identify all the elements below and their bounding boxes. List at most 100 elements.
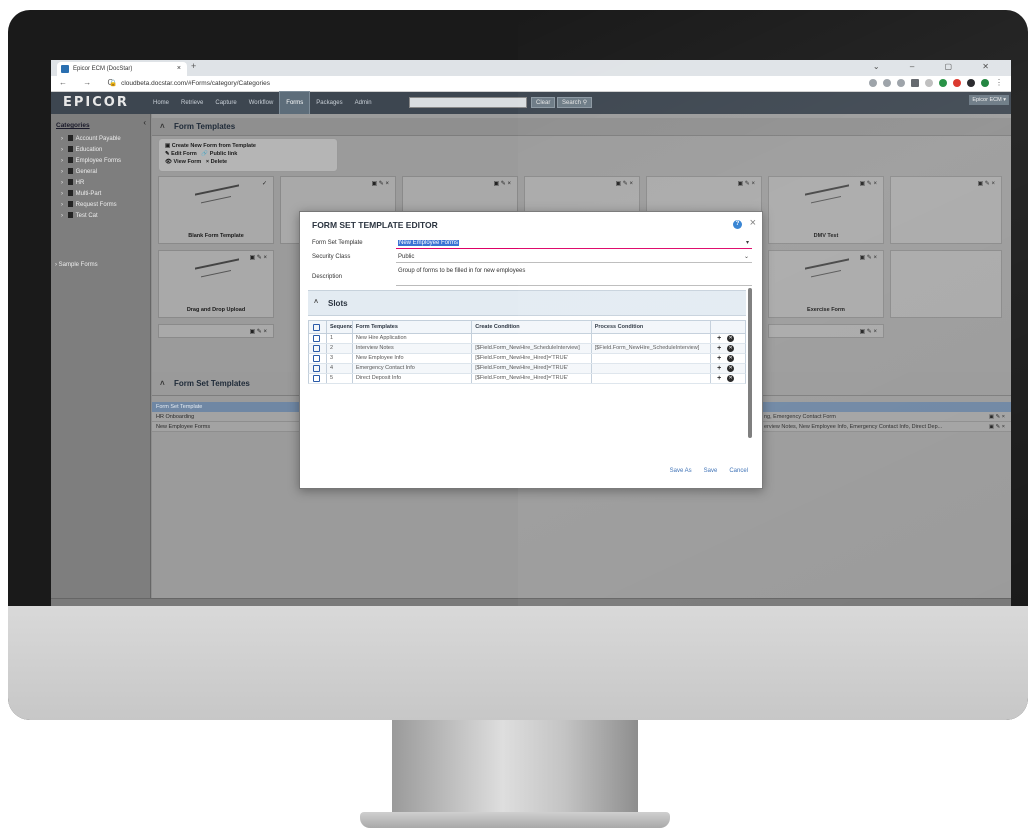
row-actions-icon[interactable]: ▣ ✎ × — [989, 422, 1005, 432]
cast-icon[interactable] — [925, 78, 933, 87]
add-icon[interactable]: + — [717, 354, 721, 363]
new-tab-button[interactable]: + — [191, 61, 196, 71]
template-card[interactable]: ▣ ✎ × — [768, 324, 884, 338]
remove-icon[interactable]: ✕ — [727, 375, 735, 382]
view-form-action[interactable]: 👁 View Form — [165, 159, 201, 165]
template-card[interactable]: ▣ ✎ × — [158, 324, 274, 338]
cancel-button[interactable]: Cancel — [729, 468, 748, 474]
chrome-icon[interactable] — [939, 78, 947, 87]
card-actions-icon[interactable]: ▣ ✎ × — [859, 254, 877, 261]
tree-item[interactable]: › Request Forms — [61, 200, 121, 211]
browser-tab[interactable]: Epicor ECM (DocStar) × — [57, 62, 187, 76]
slots-header[interactable]: ˄ Slots — [308, 290, 746, 316]
remove-icon[interactable]: ✕ — [727, 365, 735, 372]
menu-home[interactable]: Home — [147, 92, 175, 114]
url-field[interactable]: 🔒 cloudbeta.docstar.com/#Forms/category/C… — [109, 79, 270, 87]
card-actions-icon[interactable]: ▣ ✎ × — [249, 328, 267, 335]
chevron-down-icon[interactable]: ⌄ — [744, 252, 749, 262]
description-field[interactable]: Group of forms to be filled in for new e… — [396, 266, 752, 286]
template-card[interactable]: ▣ ✎ × DMV Test — [768, 176, 884, 244]
window-controls[interactable]: ⌄ – ▢ ✕ — [873, 62, 1003, 71]
kebab-icon[interactable]: ⋮ — [995, 78, 1003, 87]
table-row[interactable]: 3 New Employee Info [$Field.Form_NewHire… — [308, 354, 746, 364]
cell-template[interactable]: Emergency Contact Info — [353, 364, 473, 373]
puzzle-icon[interactable] — [967, 78, 975, 87]
card-actions-icon[interactable]: ▣ ✎ × — [615, 180, 633, 187]
menu-forms[interactable]: Forms — [279, 91, 311, 115]
cell-process[interactable] — [592, 364, 712, 373]
remove-icon[interactable]: ✕ — [727, 335, 735, 342]
col-form-templates[interactable]: Form Templates — [353, 321, 473, 333]
epicor-logo[interactable]: EPICOR — [63, 95, 129, 110]
key-icon[interactable] — [869, 78, 877, 87]
cell-process[interactable] — [592, 354, 712, 363]
delete-action[interactable]: × Delete — [206, 159, 227, 165]
form-templates-header[interactable]: ˄ Form Templates — [152, 118, 1011, 136]
card-actions-icon[interactable]: ▣ ✎ × — [859, 180, 877, 187]
col-process-condition[interactable]: Process Condition — [592, 321, 712, 333]
cell-create[interactable]: [$Field.Form_NewHire_Hired]='TRUE' — [472, 354, 592, 363]
sample-forms-item[interactable]: › Sample Forms — [55, 262, 98, 268]
save-as-button[interactable]: Save As — [670, 468, 692, 474]
menu-retrieve[interactable]: Retrieve — [175, 92, 209, 114]
form-set-template-field[interactable]: New Employee Forms ▾ — [396, 238, 752, 249]
categories-title[interactable]: Categories — [56, 122, 90, 129]
template-card[interactable] — [890, 250, 1002, 318]
tree-item[interactable]: › Test Cat — [61, 211, 121, 222]
menu-workflow[interactable]: Workflow — [243, 92, 280, 114]
collapse-pane-icon[interactable]: ‹ — [143, 118, 146, 127]
cell-create[interactable] — [472, 334, 592, 343]
card-actions-icon[interactable]: ▣ ✎ × — [737, 180, 755, 187]
tree-item[interactable]: › HR — [61, 178, 121, 189]
table-row[interactable]: 4 Emergency Contact Info [$Field.Form_Ne… — [308, 364, 746, 374]
table-row[interactable]: 1 New Hire Application + ✕ — [308, 334, 746, 344]
chevron-down-icon[interactable]: ▾ — [746, 238, 749, 248]
card-actions-icon[interactable]: ▣ ✎ × — [249, 254, 267, 261]
scrollbar[interactable] — [748, 288, 752, 438]
clear-button[interactable]: Clear — [531, 97, 556, 108]
cell-template[interactable]: Interview Notes — [353, 344, 473, 353]
opera-icon[interactable] — [953, 78, 961, 87]
card-actions-icon[interactable]: ▣ ✎ × — [977, 180, 995, 187]
card-actions-icon[interactable]: ▣ ✎ × — [859, 328, 877, 335]
table-row[interactable]: 5 Direct Deposit Info [$Field.Form_NewHi… — [308, 374, 746, 384]
add-icon[interactable]: + — [717, 334, 721, 343]
search-input[interactable] — [409, 97, 527, 108]
tree-item[interactable]: › General — [61, 167, 121, 178]
close-icon[interactable]: × — [750, 217, 756, 229]
star-icon[interactable] — [897, 78, 905, 87]
menu-capture[interactable]: Capture — [209, 92, 242, 114]
search-button[interactable]: Search ⚲ — [557, 97, 593, 108]
row-checkbox[interactable] — [309, 334, 327, 343]
security-class-select[interactable]: Public ⌄ — [396, 252, 752, 263]
tree-item[interactable]: › Education — [61, 145, 121, 156]
user-badge[interactable]: Epicor ECM ▾ — [969, 95, 1009, 105]
avatar[interactable] — [981, 78, 989, 87]
tab-close-icon[interactable]: × — [177, 62, 181, 76]
row-actions-icon[interactable]: ▣ ✎ × — [989, 412, 1005, 422]
col-create-condition[interactable]: Create Condition — [472, 321, 592, 333]
row-checkbox[interactable] — [309, 354, 327, 363]
template-card[interactable]: ▣ ✎ × Drag and Drop Upload — [158, 250, 274, 318]
template-card[interactable]: ▣ ✎ × Exercise Form — [768, 250, 884, 318]
cell-template[interactable]: New Employee Info — [353, 354, 473, 363]
edit-form-action[interactable]: ✎ Edit Form — [165, 151, 197, 157]
table-row[interactable]: 2 Interview Notes [$Field.Form_NewHire_S… — [308, 344, 746, 354]
help-icon[interactable]: ? — [733, 220, 742, 229]
row-checkbox[interactable] — [309, 344, 327, 353]
cell-create[interactable]: [$Field.Form_NewHire_ScheduleInterview] — [472, 344, 592, 353]
add-icon[interactable]: + — [717, 374, 721, 383]
row-checkbox[interactable] — [309, 364, 327, 373]
card-actions-icon[interactable]: ▣ ✎ × — [493, 180, 511, 187]
tree-item[interactable]: › Multi-Part — [61, 189, 121, 200]
extension-icon[interactable] — [911, 78, 919, 87]
template-card[interactable]: ✓ Blank Form Template — [158, 176, 274, 244]
add-icon[interactable]: + — [717, 344, 721, 353]
cell-template[interactable]: Direct Deposit Info — [353, 374, 473, 383]
card-actions-icon[interactable]: ▣ ✎ × — [371, 180, 389, 187]
menu-admin[interactable]: Admin — [349, 92, 378, 114]
template-card[interactable]: ▣ ✎ × — [890, 176, 1002, 244]
cell-template[interactable]: New Hire Application — [353, 334, 473, 343]
select-all-checkbox[interactable] — [309, 321, 327, 333]
tree-item[interactable]: › Account Payable — [61, 134, 121, 145]
